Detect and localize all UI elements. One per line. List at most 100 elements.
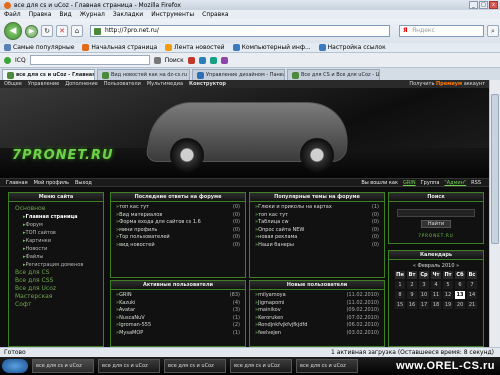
list-item-text[interactable]: новая реклама: [255, 234, 297, 242]
home-icon[interactable]: ⌂: [71, 25, 83, 37]
list-item-text[interactable]: Форма входа для сайтов cs 1.6: [116, 219, 201, 227]
calendar-day[interactable]: 17: [419, 301, 429, 309]
side-menu-item[interactable]: Основное: [15, 205, 97, 213]
list-item-text[interactable]: MysaMOP: [116, 330, 143, 338]
list-item-text[interactable]: топ кас тут: [255, 212, 288, 220]
list-item-text[interactable]: топ кас тут: [116, 204, 149, 212]
calendar-day[interactable]: 13: [455, 291, 465, 299]
side-menu-item[interactable]: Софт: [15, 301, 97, 309]
taskbar-item[interactable]: все для cs и uCoz: [296, 359, 358, 373]
list-item-text[interactable]: Вид материалов: [116, 212, 162, 220]
nav-home[interactable]: Главная: [6, 180, 28, 186]
address-bar[interactable]: http://7pro.net.ru/: [90, 25, 390, 37]
bookmark-news-feed[interactable]: Лента новостей: [165, 44, 225, 51]
calendar-month[interactable]: « Февраль 2010 »: [389, 263, 483, 269]
site-logo[interactable]: 7PRONET.RU: [12, 148, 114, 163]
menu-tools[interactable]: Инструменты: [151, 11, 194, 18]
list-item[interactable]: GRIN (83): [116, 292, 240, 300]
games-icon[interactable]: [220, 56, 228, 64]
calendar-day[interactable]: 7: [467, 281, 477, 289]
calendar-day[interactable]: 4: [431, 281, 441, 289]
admin-link-users[interactable]: Пользователи: [104, 81, 141, 87]
bookmark-home-page[interactable]: Начальная страница: [82, 44, 157, 51]
list-item[interactable]: топ кас тут (0): [255, 212, 379, 220]
vertical-scrollbar[interactable]: [489, 80, 500, 347]
side-menu-item[interactable]: Файлы: [15, 253, 97, 261]
list-item[interactable]: milyamoya (11.02.2010): [255, 292, 379, 300]
calendar-day[interactable]: 20: [455, 301, 465, 309]
calendar-day[interactable]: 10: [419, 291, 429, 299]
calendar-day[interactable]: 11: [431, 291, 441, 299]
site-search-input[interactable]: [397, 209, 475, 217]
search-icon[interactable]: [153, 56, 161, 64]
list-item[interactable]: Форма входа для сайтов cs 1.6 (0): [116, 219, 240, 227]
music-icon[interactable]: [209, 56, 217, 64]
bookmark-settings[interactable]: Настройка ссылок: [318, 44, 386, 51]
list-item-text[interactable]: GRIN: [116, 292, 132, 300]
admin-link-general[interactable]: Общее: [4, 81, 22, 87]
list-item[interactable]: Наши банеры (0): [255, 242, 379, 250]
download-status[interactable]: 1 активная загрузка (Оставшееся время: 8…: [331, 349, 500, 356]
nav-profile[interactable]: Мой профиль: [34, 180, 69, 186]
tab-design-control[interactable]: Управление дизайном - Панель уп...: [192, 69, 285, 80]
list-item-text[interactable]: Таблица cw: [255, 219, 289, 227]
menu-history[interactable]: Журнал: [80, 11, 105, 18]
mail-icon[interactable]: [187, 56, 195, 64]
search-go-icon[interactable]: ⌕: [487, 25, 499, 37]
tab-news-view[interactable]: Вид новостей как на dz-cs.ru - Нов...: [97, 69, 190, 80]
list-item-text[interactable]: Опрос сайта NEW: [255, 227, 304, 235]
side-menu-item[interactable]: Все для Ucoz: [15, 285, 97, 293]
list-item-text[interactable]: Keroruken: [255, 315, 283, 323]
menu-bookmarks[interactable]: Закладки: [113, 11, 143, 18]
calendar-day[interactable]: 18: [431, 301, 441, 309]
list-item[interactable]: Jigmapomi (11.02.2010): [255, 300, 379, 308]
rss-link[interactable]: RSS: [471, 180, 481, 186]
menu-edit[interactable]: Правка: [29, 11, 52, 18]
calendar-day[interactable]: 6: [455, 281, 465, 289]
calendar-day[interactable]: 12: [443, 291, 453, 299]
calendar-day[interactable]: 8: [395, 291, 405, 299]
list-item-text[interactable]: Jigmapomi: [255, 300, 284, 308]
list-item-text[interactable]: вид новостей: [116, 242, 155, 250]
side-menu-item[interactable]: ТОП сайтов: [15, 229, 97, 237]
calendar-day[interactable]: 19: [443, 301, 453, 309]
side-menu-item[interactable]: Мастерская: [15, 293, 97, 301]
icq-label[interactable]: ICQ: [15, 57, 26, 64]
icq-search-button[interactable]: Поиск: [165, 57, 184, 64]
calendar-day[interactable]: 16: [407, 301, 417, 309]
menu-view[interactable]: Вид: [59, 11, 71, 18]
list-item-text[interactable]: Глюки и приколы на картах: [255, 204, 332, 212]
list-item-text[interactable]: Наши банеры: [255, 242, 294, 250]
list-item-text[interactable]: Kazuki: [116, 300, 135, 308]
list-item[interactable]: NuscaNuV (1): [116, 315, 240, 323]
list-item[interactable]: вид новостей (0): [116, 242, 240, 250]
tab-templates[interactable]: Все для CS и Все для uCoz - Шабло...: [287, 69, 380, 80]
admin-link-constructor[interactable]: Конструктор: [189, 81, 226, 87]
weather-icon[interactable]: [198, 56, 206, 64]
list-item-text[interactable]: мини профиль: [116, 227, 157, 235]
start-button[interactable]: [2, 359, 28, 373]
side-menu-item[interactable]: Новости: [15, 245, 97, 253]
reload-icon[interactable]: ↻: [41, 25, 53, 37]
taskbar-item[interactable]: все для cs и uCoz: [32, 359, 94, 373]
icq-search-input[interactable]: [29, 55, 150, 65]
list-item[interactable]: топ кас тут (0): [116, 204, 240, 212]
calendar-day[interactable]: 15: [395, 301, 405, 309]
side-menu-item[interactable]: Все для CS: [15, 269, 97, 277]
list-item[interactable]: новая реклама (0): [255, 234, 379, 242]
side-menu-item[interactable]: Главная страница: [15, 213, 97, 221]
nav-logout[interactable]: Выход: [75, 180, 92, 186]
list-item[interactable]: Igroman-555 (2): [116, 322, 240, 330]
list-item[interactable]: Опрос сайта NEW (0): [255, 227, 379, 235]
list-item[interactable]: Kazuki (4): [116, 300, 240, 308]
menu-file[interactable]: Файл: [4, 11, 21, 18]
list-item[interactable]: Keroruken (07.02.2010): [255, 315, 379, 323]
scrollbar-thumb[interactable]: [491, 94, 499, 244]
forward-button[interactable]: ▶: [25, 24, 38, 38]
search-input[interactable]: Яндекс: [399, 25, 484, 37]
menu-help[interactable]: Справка: [202, 11, 228, 18]
list-item[interactable]: feelvejen (03.02.2010): [255, 330, 379, 338]
list-item-text[interactable]: NuscaNuV: [116, 315, 145, 323]
list-item[interactable]: Тор пользователей (0): [116, 234, 240, 242]
user-group-link[interactable]: "Админ": [444, 180, 466, 186]
